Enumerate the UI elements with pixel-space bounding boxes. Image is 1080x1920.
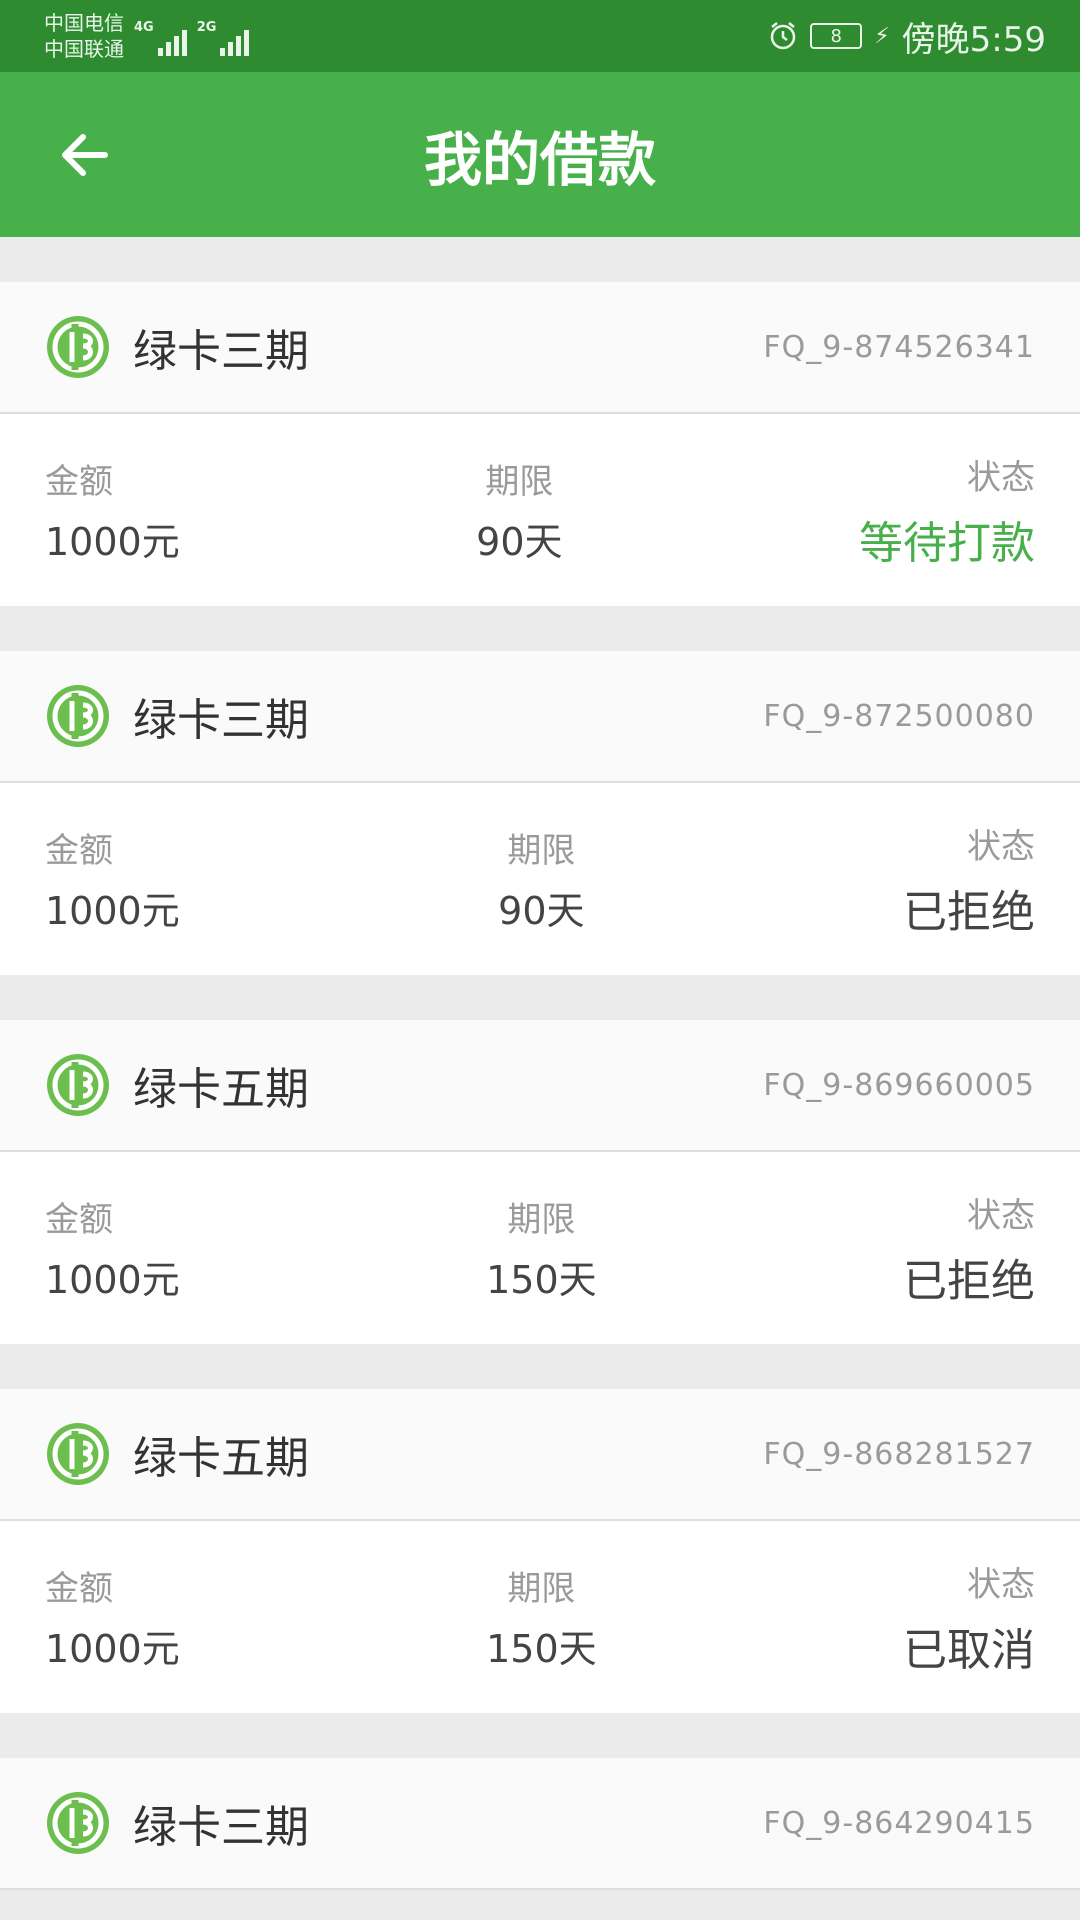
product-name: 绿卡三期	[133, 326, 309, 377]
term-column: 期限 150天	[486, 1561, 597, 1673]
amount-label: 金额	[45, 1569, 113, 1609]
order-number: FQ_9-872500080	[763, 698, 1035, 734]
amount-label: 金额	[45, 1200, 113, 1240]
product-info: 绿卡三期	[45, 314, 309, 380]
carrier-2: 中国联通	[44, 37, 124, 61]
status-column: 状态 已拒绝	[903, 1188, 1035, 1309]
signal-bars-icon	[220, 26, 250, 56]
signal-4g: 4G	[134, 16, 187, 56]
amount-value: 1000元	[45, 520, 180, 564]
term-label: 期限	[507, 1569, 576, 1609]
network-type-2: 2G	[196, 20, 217, 35]
amount-label: 金额	[45, 831, 113, 871]
app-bar: 我的借款	[0, 72, 1080, 237]
loan-card[interactable]: 绿卡五期 FQ_9-869660005 金额 1000元 期限 150天 状态 …	[0, 1020, 1080, 1344]
status-label: 状态	[966, 826, 1035, 867]
order-number: FQ_9-864290415	[763, 1805, 1035, 1841]
term-column: 期限 90天	[498, 823, 584, 935]
loan-card[interactable]: 绿卡三期 FQ_9-864290415	[0, 1758, 1080, 1890]
term-value: 90天	[498, 889, 585, 933]
product-name: 绿卡三期	[133, 1802, 309, 1853]
carrier-names: 中国电信 中国联通	[44, 10, 124, 62]
order-number: FQ_9-868281527	[763, 1436, 1035, 1472]
product-logo-icon	[47, 1423, 109, 1485]
status-column: 状态 等待打款	[859, 450, 1035, 571]
product-logo-icon	[47, 1054, 109, 1116]
amount-value: 1000元	[45, 1627, 180, 1671]
amount-label: 金额	[45, 462, 113, 502]
signal-2g: 2G	[197, 16, 250, 56]
loan-card[interactable]: 绿卡三期 FQ_9-872500080 金额 1000元 期限 90天 状态 已…	[0, 651, 1080, 975]
product-logo-icon	[47, 685, 109, 747]
amount-column: 金额 1000元	[45, 454, 180, 566]
loan-card-header: 绿卡五期 FQ_9-869660005	[0, 1020, 1080, 1152]
term-value: 150天	[486, 1627, 597, 1671]
battery-level: 8	[830, 25, 842, 47]
status-label: 状态	[967, 1564, 1035, 1605]
amount-value: 1000元	[45, 1258, 180, 1302]
term-value: 150天	[486, 1258, 597, 1302]
product-info: 绿卡五期	[45, 1052, 309, 1118]
loan-card-header: 绿卡五期 FQ_9-868281527	[0, 1389, 1080, 1521]
product-logo-icon	[47, 316, 109, 378]
term-label: 期限	[507, 1200, 576, 1240]
alarm-icon	[770, 22, 796, 50]
loan-card[interactable]: 绿卡三期 FQ_9-874526341 金额 1000元 期限 90天 状态 等…	[0, 282, 1080, 606]
loan-card-body: 金额 1000元 期限 150天 状态 已拒绝	[0, 1152, 1080, 1344]
status-value: 已拒绝	[902, 886, 1035, 938]
status-value: 已取消	[903, 1624, 1035, 1676]
product-info: 绿卡五期	[45, 1421, 309, 1487]
carrier-info: 中国电信 中国联通 4G 2G	[44, 10, 250, 62]
network-type-1: 4G	[134, 20, 154, 35]
loan-card-body: 金额 1000元 期限 150天 状态 已取消	[0, 1521, 1080, 1713]
status-bar: 中国电信 中国联通 4G 2G 8 ⚡ 傍晚5:59	[0, 0, 1080, 72]
loan-card-body: 金额 1000元 期限 90天 状态 等待打款	[0, 414, 1080, 606]
loan-card-header: 绿卡三期 FQ_9-872500080	[0, 651, 1080, 783]
product-name: 绿卡三期	[133, 695, 309, 746]
battery-icon: 8	[810, 23, 863, 49]
status-value: 等待打款	[858, 517, 1035, 569]
term-label: 期限	[507, 831, 576, 871]
product-info: 绿卡三期	[45, 683, 309, 749]
status-column: 状态 已取消	[903, 1557, 1035, 1678]
status-label: 状态	[966, 457, 1035, 498]
loan-card-header: 绿卡三期 FQ_9-874526341	[0, 282, 1080, 414]
product-info: 绿卡三期	[45, 1790, 309, 1856]
term-column: 期限 90天	[476, 454, 562, 566]
status-label: 状态	[967, 1195, 1035, 1236]
term-label: 期限	[485, 462, 554, 502]
loan-card-body: 金额 1000元 期限 90天 状态 已拒绝	[0, 783, 1080, 975]
carrier-1: 中国电信	[44, 11, 124, 35]
product-logo-icon	[47, 1792, 109, 1854]
amount-value: 1000元	[45, 889, 180, 933]
loan-list: 绿卡三期 FQ_9-874526341 金额 1000元 期限 90天 状态 等…	[0, 237, 1080, 1890]
term-value: 90天	[476, 520, 563, 564]
charging-icon: ⚡	[874, 23, 890, 49]
product-name: 绿卡五期	[133, 1433, 309, 1484]
status-right: 8 ⚡ 傍晚5:59	[768, 12, 1046, 61]
amount-column: 金额 1000元	[45, 1192, 180, 1304]
signal-bars-icon	[157, 26, 187, 56]
page-title: 我的借款	[423, 125, 656, 194]
order-number: FQ_9-869660005	[763, 1067, 1035, 1103]
term-column: 期限 150天	[486, 1192, 597, 1304]
clock: 傍晚5:59	[901, 19, 1046, 60]
loan-card-header: 绿卡三期 FQ_9-864290415	[0, 1758, 1080, 1890]
product-name: 绿卡五期	[133, 1064, 309, 1115]
order-number: FQ_9-874526341	[763, 329, 1035, 365]
loan-card[interactable]: 绿卡五期 FQ_9-868281527 金额 1000元 期限 150天 状态 …	[0, 1389, 1080, 1713]
status-column: 状态 已拒绝	[903, 819, 1035, 940]
status-value: 已拒绝	[903, 1255, 1035, 1307]
amount-column: 金额 1000元	[45, 1561, 180, 1673]
amount-column: 金额 1000元	[45, 823, 180, 935]
